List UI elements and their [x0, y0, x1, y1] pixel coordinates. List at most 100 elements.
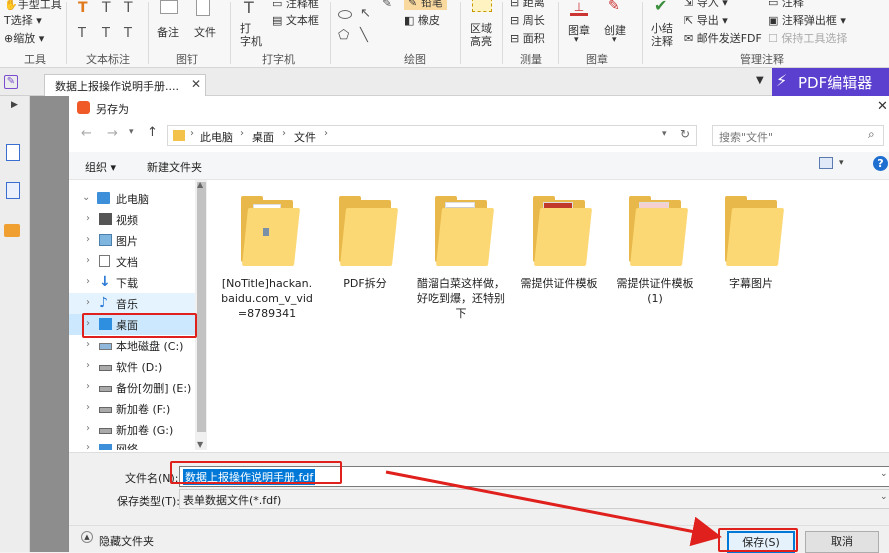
typewriter-button[interactable]: 打 字机: [240, 22, 262, 48]
nav-item-drive-g[interactable]: › 新加卷 (G:): [69, 419, 195, 440]
file-attach-icon[interactable]: [196, 0, 210, 16]
collapse-chevron-icon[interactable]: ⌄: [82, 192, 90, 203]
nav-item-drive-f[interactable]: › 新加卷 (F:): [69, 398, 195, 419]
nav-item-this-pc[interactable]: ⌄ 此电脑: [69, 188, 195, 209]
strikeout-text-icon[interactable]: T: [124, 0, 133, 16]
folder-item[interactable]: 字幕图片: [705, 196, 797, 291]
expand-chevron-icon[interactable]: ›: [86, 297, 90, 308]
comment-button[interactable]: ▭ 注释: [768, 0, 804, 10]
expand-chevron-icon[interactable]: ›: [86, 276, 90, 287]
textbox-button[interactable]: ▤ 文本框: [272, 12, 319, 28]
folder-item[interactable]: 醋溜白菜这样做，好吃到爆，还特别下: [415, 196, 507, 321]
address-dropdown-icon[interactable]: ▾: [662, 129, 667, 139]
area-highlight-button[interactable]: 区域 高亮: [470, 22, 492, 48]
scroll-up-icon[interactable]: ▲: [197, 180, 203, 189]
perimeter-button[interactable]: ⊟ 周长: [510, 12, 545, 28]
nav-scrollbar-thumb[interactable]: [197, 182, 206, 432]
breadcrumb-desktop[interactable]: 桌面: [252, 129, 274, 145]
nav-item-network[interactable]: › 网络: [69, 440, 195, 450]
folder-item[interactable]: [NoTitle]hackan.baidu.com_v_vid=8789341: [221, 196, 313, 321]
expand-chevron-icon[interactable]: ›: [86, 442, 90, 450]
stamp-button[interactable]: 图章: [568, 22, 590, 38]
folder-item[interactable]: 需提供证件模板(1): [609, 196, 701, 306]
line-icon[interactable]: ╲: [360, 28, 368, 43]
expand-chevron-icon[interactable]: ›: [86, 423, 90, 434]
comment-popup-button[interactable]: ▣ 注释弹出框 ▾: [768, 12, 846, 28]
polygon-icon[interactable]: ⬠: [338, 28, 349, 43]
nav-item-downloads[interactable]: › ↓ 下载: [69, 272, 195, 293]
hide-folders-button[interactable]: 隐藏文件夹: [99, 533, 154, 549]
breadcrumb-chevron-icon[interactable]: ›: [282, 128, 286, 139]
hand-tool-button[interactable]: ✋手型工具: [4, 0, 62, 12]
select-button[interactable]: T选择 ▾: [4, 12, 42, 28]
filename-dropdown-icon[interactable]: ⌄: [880, 469, 888, 479]
expand-chevron-icon[interactable]: ›: [86, 360, 90, 371]
folder-item[interactable]: PDF拆分: [319, 196, 411, 291]
squiggly-text-icon[interactable]: T: [124, 26, 132, 41]
breadcrumb-chevron-icon[interactable]: ›: [190, 128, 194, 139]
close-tab-icon[interactable]: ✕: [191, 77, 201, 91]
callout-button[interactable]: ▭ 注释框: [272, 0, 319, 11]
pencil-small-icon[interactable]: ✎: [382, 0, 392, 10]
forward-icon[interactable]: →: [107, 126, 118, 141]
organize-button[interactable]: 组织 ▾: [85, 159, 116, 175]
nav-item-music[interactable]: › ♪ 音乐: [69, 293, 195, 314]
ellipse-icon[interactable]: [338, 10, 352, 19]
arrow-icon[interactable]: ↖: [360, 6, 371, 21]
expand-chevron-icon[interactable]: ›: [86, 234, 90, 245]
area-highlight-icon[interactable]: [472, 0, 492, 12]
help-icon[interactable]: ?: [873, 156, 888, 171]
view-dropdown-icon[interactable]: ▾: [839, 158, 844, 168]
expand-chevron-icon[interactable]: ›: [86, 381, 90, 392]
up-icon[interactable]: ↑: [147, 125, 158, 140]
pages-panel-icon[interactable]: [6, 182, 20, 199]
expand-panel-icon[interactable]: ▶: [11, 100, 18, 110]
highlight-text-icon[interactable]: T: [78, 0, 88, 16]
insert-text-icon[interactable]: T: [102, 26, 110, 41]
note-icon[interactable]: [160, 0, 178, 14]
nav-item-drive-e[interactable]: › 备份[勿删] (E:): [69, 377, 195, 398]
search-box[interactable]: 搜索"文件" ⌕: [712, 125, 884, 146]
search-icon[interactable]: ⌕: [868, 127, 875, 142]
pdf-editor-button[interactable]: ⚡ PDF编辑器: [772, 68, 889, 96]
expand-chevron-icon[interactable]: ›: [86, 402, 90, 413]
bookmark-panel-icon[interactable]: [6, 144, 20, 161]
view-icon[interactable]: [819, 157, 833, 169]
file-list-scrollbar[interactable]: [878, 180, 889, 450]
underline-text-icon[interactable]: T: [102, 0, 111, 16]
summary-check-icon[interactable]: ✔: [654, 0, 667, 15]
stamp-icon[interactable]: ⊥: [570, 0, 588, 16]
tab-dropdown-icon[interactable]: ▼: [756, 75, 764, 86]
email-fdf-button[interactable]: ✉ 邮件发送FDF: [684, 30, 762, 46]
summary-button[interactable]: 小结 注释: [651, 22, 673, 48]
area-button[interactable]: ⊟ 面积: [510, 30, 545, 46]
create-dropdown-icon[interactable]: ▾: [612, 35, 617, 45]
recent-locations-icon[interactable]: ▾: [129, 127, 134, 137]
nav-item-drive-d[interactable]: › 软件 (D:): [69, 356, 195, 377]
pencil-button[interactable]: ✎ 铅笔: [404, 0, 447, 10]
zoom-button[interactable]: ⊕缩放 ▾: [4, 30, 44, 46]
breadcrumb-chevron-icon[interactable]: ›: [324, 128, 328, 139]
nav-item-pictures[interactable]: › 图片: [69, 230, 195, 251]
distance-button[interactable]: ⊟ 距离: [510, 0, 545, 10]
refresh-icon[interactable]: ↻: [680, 127, 690, 141]
expand-chevron-icon[interactable]: ›: [86, 213, 90, 224]
comments-panel-icon[interactable]: [4, 224, 20, 237]
eraser-button[interactable]: ◧ 橡皮: [404, 12, 440, 28]
dialog-close-icon[interactable]: ✕: [877, 99, 888, 114]
import-button[interactable]: ⇲ 导入 ▾: [684, 0, 728, 10]
expand-chevron-icon[interactable]: ›: [86, 255, 90, 266]
file-button[interactable]: 文件: [194, 24, 216, 40]
filetype-dropdown-icon[interactable]: ⌄: [880, 492, 888, 502]
cancel-button[interactable]: 取消: [805, 531, 879, 553]
folder-item[interactable]: 需提供证件模板: [513, 196, 605, 291]
nav-item-drive-c[interactable]: › 本地磁盘 (C:): [69, 335, 195, 356]
nav-item-videos[interactable]: › 视频: [69, 209, 195, 230]
address-bar[interactable]: › 此电脑 › 桌面 › 文件 › ▾ ↻: [167, 125, 697, 146]
breadcrumb-this-pc[interactable]: 此电脑: [200, 129, 233, 145]
stamp-dropdown-icon[interactable]: ▾: [574, 35, 579, 45]
expand-chevron-icon[interactable]: ›: [86, 339, 90, 350]
create-stamp-icon[interactable]: ✎: [608, 0, 620, 14]
back-icon[interactable]: ←: [81, 126, 92, 141]
collapse-up-icon[interactable]: ▲: [81, 531, 93, 543]
